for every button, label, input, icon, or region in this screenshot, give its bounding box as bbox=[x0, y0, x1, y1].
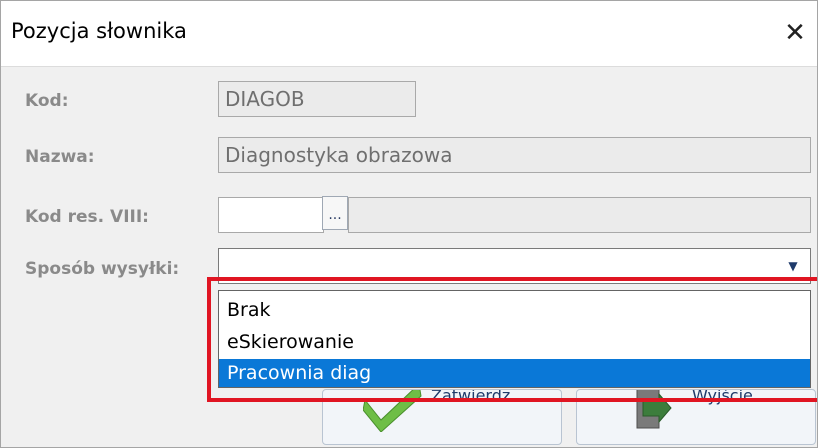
nazwa-value: Diagnostyka obrazowa bbox=[225, 143, 453, 167]
kod-res-label: Kod res. VIII: bbox=[25, 207, 149, 227]
kod-label: Kod: bbox=[25, 91, 69, 111]
chevron-down-icon: ▼ bbox=[788, 259, 798, 273]
kod-res-field[interactable] bbox=[218, 197, 324, 233]
nazwa-label: Nazwa: bbox=[25, 147, 95, 167]
title-bar: Pozycja słownika ✕ bbox=[1, 1, 817, 66]
close-icon: ✕ bbox=[784, 18, 806, 48]
kod-value: DIAGOB bbox=[225, 87, 305, 111]
dropdown-toggle[interactable]: ▼ bbox=[780, 253, 806, 279]
nazwa-field[interactable]: Diagnostyka obrazowa bbox=[218, 137, 811, 173]
dialog-window: Pozycja słownika ✕ Kod: DIAGOB Nazwa: Di… bbox=[0, 0, 818, 448]
close-button[interactable]: ✕ bbox=[777, 15, 813, 51]
sposob-label: Sposób wysyłki: bbox=[25, 259, 180, 279]
highlight-annotation bbox=[207, 277, 817, 402]
kod-field[interactable]: DIAGOB bbox=[218, 81, 416, 117]
browse-button[interactable]: ... bbox=[322, 196, 348, 230]
kod-res-description-field bbox=[348, 197, 811, 233]
window-title: Pozycja słownika bbox=[11, 19, 187, 43]
browse-button-label: ... bbox=[328, 207, 342, 223]
